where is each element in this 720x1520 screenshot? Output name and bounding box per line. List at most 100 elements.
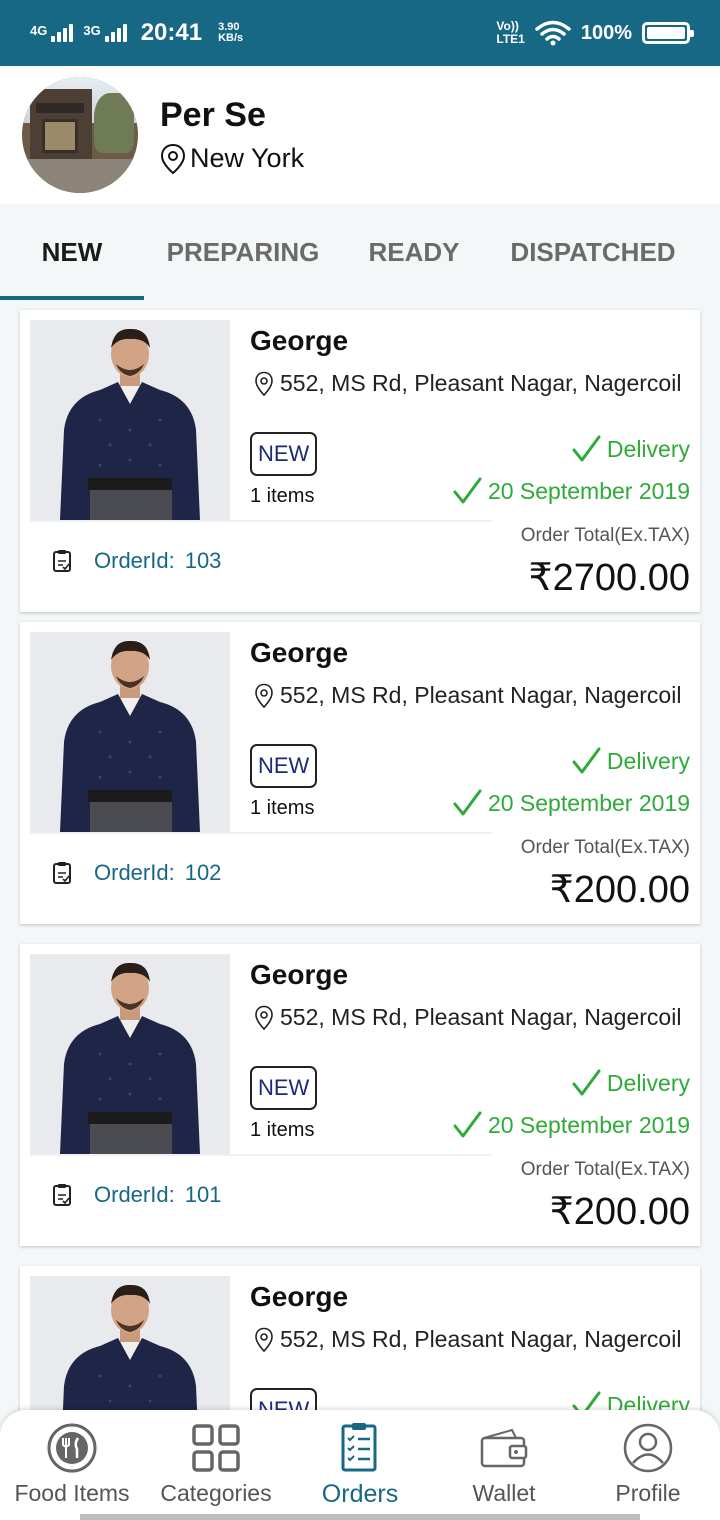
location-pin-icon (255, 1005, 273, 1030)
restaurant-avatar[interactable] (22, 77, 138, 193)
order-id: OrderId: 102 (52, 860, 221, 886)
customer-address-text: 552, MS Rd, Pleasant Nagar, Nagercoil (280, 1004, 682, 1030)
lte-label: LTE1 (496, 32, 525, 46)
nav-categories[interactable]: Categories (144, 1410, 288, 1520)
delivery-type: Delivery (571, 1390, 690, 1410)
order-clipboard-icon (53, 550, 71, 572)
shirt-product-image (30, 320, 230, 520)
order-item-thumbnail (30, 632, 230, 832)
customer-address: 552, MS Rd, Pleasant Nagar, Nagercoil (254, 1004, 690, 1031)
location-pin-icon (255, 1327, 273, 1352)
food-icon (47, 1423, 97, 1473)
order-item-thumbnail (30, 1276, 230, 1410)
check-icon (453, 1111, 482, 1138)
order-total: ₹2700.00 (528, 557, 690, 599)
item-count: 1 items (250, 485, 315, 507)
nav-food-items[interactable]: Food Items (0, 1410, 144, 1520)
check-icon (453, 477, 482, 504)
nav-label: Orders (321, 1480, 399, 1508)
clock: 20:41 (140, 19, 203, 46)
order-card[interactable]: George 552, MS Rd, Pleasant Nagar, Nagerc… (20, 622, 700, 924)
order-date-text: 20 September 2019 (487, 477, 690, 504)
tab-ready[interactable]: READY (342, 204, 486, 300)
delivery-type: Delivery (571, 1068, 690, 1098)
battery-icon (642, 22, 694, 44)
restaurant-location-text: New York (190, 143, 305, 173)
order-status-tabs: NEW PREPARING READY DISPATCHED (0, 204, 720, 300)
card-divider (30, 520, 492, 522)
status-badge: NEW (250, 432, 318, 476)
order-item-thumbnail (30, 954, 230, 1154)
check-icon (572, 435, 601, 462)
wifi-icon (535, 20, 571, 46)
order-card[interactable]: George 552, MS Rd, Pleasant Nagar, Nagerc… (20, 944, 700, 1246)
gesture-bar (80, 1514, 640, 1520)
order-clipboard-icon (53, 1184, 71, 1206)
location-pin-icon (255, 683, 273, 708)
tab-dispatched[interactable]: DISPATCHED (486, 204, 700, 300)
orders-list[interactable]: George 552, MS Rd, Pleasant Nagar, Nagerc… (0, 300, 720, 1410)
card-divider (30, 832, 492, 834)
nav-label: Food Items (14, 1480, 130, 1506)
order-id: OrderId: 103 (52, 548, 221, 574)
status-badge: NEW (250, 744, 318, 788)
tab-new[interactable]: NEW (0, 204, 144, 300)
nav-profile[interactable]: Profile (576, 1410, 720, 1520)
delivery-type-text: Delivery (606, 747, 690, 774)
delivery-type-text: Delivery (606, 1391, 690, 1411)
order-date-text: 20 September 2019 (487, 789, 690, 816)
shirt-product-image (30, 632, 230, 832)
grid-icon (192, 1424, 240, 1472)
order-id-value: 103 (184, 548, 222, 573)
order-total-label: Order Total(Ex.TAX) (520, 837, 690, 858)
check-icon (572, 1069, 601, 1096)
network-type-label: 3G (83, 23, 101, 38)
order-date: 20 September 2019 (452, 788, 690, 818)
signal-4g-icon: 4G (30, 23, 74, 42)
customer-address: 552, MS Rd, Pleasant Nagar, Nagercoil (254, 370, 690, 397)
restaurant-location: New York (160, 143, 304, 175)
status-badge: NEW (250, 1388, 318, 1410)
order-total: ₹200.00 (549, 1191, 690, 1233)
order-card[interactable]: George 552, MS Rd, Pleasant Nagar, Nagerc… (20, 1266, 700, 1410)
app-root: { "status_bar": { "net1": "4G", "net2": … (0, 0, 720, 1520)
customer-name: George (250, 1281, 349, 1312)
item-count: 1 items (250, 797, 315, 819)
card-divider (30, 1154, 492, 1156)
delivery-type: Delivery (571, 434, 690, 464)
order-total-label: Order Total(Ex.TAX) (520, 525, 690, 546)
order-total: ₹200.00 (549, 869, 690, 911)
customer-name: George (250, 959, 349, 990)
speed-unit: KB/s (218, 32, 244, 44)
orders-icon (341, 1423, 377, 1472)
order-date-text: 20 September 2019 (487, 1111, 690, 1138)
check-icon (572, 1391, 601, 1410)
order-clipboard-icon (53, 862, 71, 884)
nav-orders[interactable]: Orders (288, 1410, 432, 1520)
check-icon (572, 747, 601, 774)
order-date: 20 September 2019 (452, 476, 690, 506)
delivery-type: Delivery (571, 746, 690, 776)
nav-wallet[interactable]: Wallet (432, 1410, 576, 1520)
order-id-value: 102 (184, 860, 222, 885)
item-count: 1 items (250, 1119, 315, 1141)
customer-address: 552, MS Rd, Pleasant Nagar, Nagercoil (254, 1326, 690, 1353)
customer-address-text: 552, MS Rd, Pleasant Nagar, Nagercoil (280, 1326, 682, 1352)
network-type-label: 4G (30, 23, 48, 38)
customer-address-text: 552, MS Rd, Pleasant Nagar, Nagercoil (280, 370, 682, 396)
bottom-navigation: Food Items Categories Orders Wallet Prof… (0, 1410, 720, 1520)
nav-label: Wallet (472, 1480, 536, 1506)
shirt-product-image (30, 1276, 230, 1410)
battery-percent: 100% (580, 21, 632, 44)
tab-preparing[interactable]: PREPARING (144, 204, 342, 300)
nav-label: Categories (160, 1480, 272, 1506)
order-id-label: OrderId: (94, 548, 175, 573)
customer-name: George (250, 637, 349, 668)
location-pin-icon (255, 371, 273, 396)
check-icon (453, 789, 482, 816)
network-speed: 3.90 KB/s (218, 22, 243, 44)
order-item-thumbnail (30, 320, 230, 520)
order-card[interactable]: George 552, MS Rd, Pleasant Nagar, Nagerc… (20, 310, 700, 612)
customer-address: 552, MS Rd, Pleasant Nagar, Nagercoil (254, 682, 690, 709)
customer-address-text: 552, MS Rd, Pleasant Nagar, Nagercoil (280, 682, 682, 708)
